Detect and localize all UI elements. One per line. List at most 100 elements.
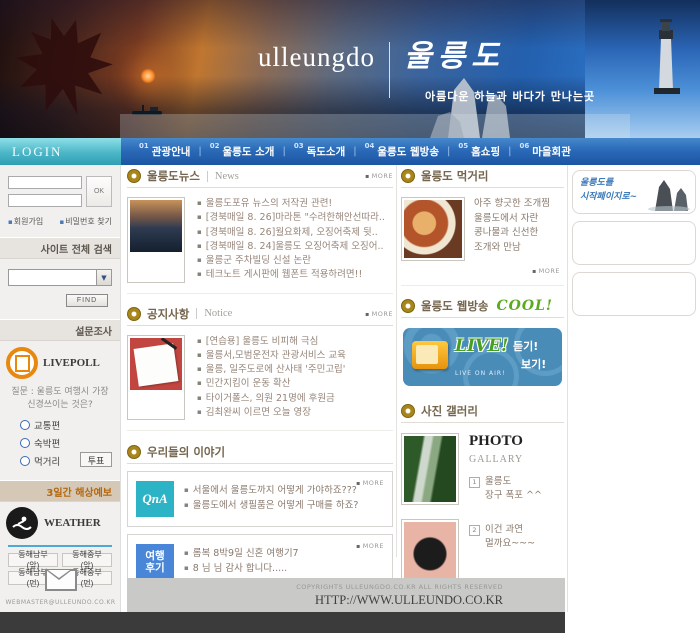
bullet-icon: ▪: [184, 486, 189, 494]
poll-option-lodging[interactable]: 숙박편: [20, 436, 114, 450]
review-badge[interactable]: 여행후기: [136, 544, 174, 580]
nav-item-shopping[interactable]: 05홈쇼핑: [450, 144, 508, 159]
notice-item[interactable]: ▪김최완씨 이르면 오늘 영장: [197, 406, 346, 420]
poll-body: LIVEPOLL 질문 : 울릉도 여행시 가장 신경쓰이는 것은? 교통편 숙…: [0, 341, 120, 480]
webcast-cool-label: COOL!: [496, 298, 553, 314]
search-category-select[interactable]: ▼: [8, 269, 112, 286]
find-password-link[interactable]: ▪비밀번호 찾기: [60, 216, 112, 227]
news-item[interactable]: ▪울릉도포유 뉴스의 저작권 관련!: [197, 197, 385, 211]
vote-button[interactable]: 투표: [80, 452, 112, 467]
gallery-photo-mystery[interactable]: [401, 519, 459, 583]
rocks-icon: [647, 177, 691, 211]
login-ok-button[interactable]: OK: [86, 176, 112, 207]
qna-more-link[interactable]: ▪MORE: [356, 479, 384, 487]
webcast-title: 울릉도 웹방송: [421, 298, 488, 314]
footer-url[interactable]: HTTP://WWW.ULLEUNDO.CO.KR: [315, 593, 503, 608]
gallery-caption[interactable]: 2 이건 과연멀까요~~~: [469, 523, 535, 552]
bullet-icon: ▪: [197, 365, 202, 373]
notice-item[interactable]: ▪민간지킴이 운동 확산: [197, 377, 346, 391]
nav-num: 03: [294, 142, 304, 150]
banner-placeholder[interactable]: [572, 221, 696, 265]
sunset-sun: [140, 68, 156, 84]
login-tab[interactable]: LOGIN: [0, 138, 121, 165]
nav-label: 울릉도 소개: [223, 144, 275, 159]
bullet-icon: ▪: [197, 394, 202, 402]
nav-item-tour[interactable]: 01관광안내: [131, 144, 198, 159]
login-password-input[interactable]: [8, 194, 82, 207]
poll-option-label: 먹거리: [34, 454, 60, 468]
main-column: 울릉도뉴스 News ▪MORE ▪울릉도포유 뉴스의 저작권 관련! ▪[경북…: [127, 165, 393, 633]
login-id-input[interactable]: [8, 176, 82, 189]
page: ulleungdo 울릉도 아름다운 하늘과 바다가 만나는곳 LOGIN 01…: [0, 0, 700, 633]
notice-title: 공지사항: [147, 306, 189, 322]
notice-item[interactable]: ▪울릉서,모범운전자 관광서비스 교육: [197, 349, 346, 363]
webcast-header: 울릉도 웹방송 COOL!: [401, 295, 564, 318]
photo-number-icon: 2: [469, 525, 480, 536]
notice-more-link[interactable]: ▪MORE: [365, 310, 393, 318]
radio-icon[interactable]: [20, 420, 30, 430]
news-item[interactable]: ▪테크노트 게시판에 웹폰트 적용하려면!!: [197, 268, 385, 282]
weather-region-button[interactable]: 동해남부(앞): [8, 553, 58, 567]
right-column: 울릉도 먹거리 아주 향긋한 조개찜 울릉도에서 자란 콩나물과 신선한 조개와…: [401, 165, 564, 587]
nav-label: 홈쇼핑: [471, 144, 500, 159]
news-body: ▪울릉도포유 뉴스의 저작권 관련! ▪[경북매일 8. 26]마라톤 "수려한…: [127, 188, 393, 294]
notice-item[interactable]: ▪울릉, 일주도로에 산사태 '주민고립': [197, 363, 346, 377]
notice-item[interactable]: ▪타이거폴스, 의원 21명에 후원금: [197, 392, 346, 406]
footer-dark-bar: [0, 612, 565, 633]
gallery-photo-waterfall[interactable]: [401, 433, 459, 505]
news-item[interactable]: ▪울릉군 주차빌딩 신설 논란: [197, 254, 385, 268]
review-item[interactable]: ▪8 님 님 감사 합니다.....: [184, 561, 299, 576]
nav-item-intro[interactable]: 02울릉도 소개: [202, 144, 283, 159]
signup-label: 회원가입: [14, 217, 43, 226]
nav-item-dokdo[interactable]: 03독도소개: [286, 144, 353, 159]
nav-item-webcast[interactable]: 04울릉도 웹방송: [357, 144, 447, 159]
poll-option-transport[interactable]: 교통편: [20, 418, 114, 432]
food-body: 아주 향긋한 조개찜 울릉도에서 자란 콩나물과 신선한 조개와 만남: [401, 188, 564, 263]
bullet-icon: ▪: [184, 564, 189, 572]
qna-item[interactable]: ▪서울에서 울릉도까지 어떻게 가야하죠???: [184, 483, 358, 498]
mail-icon[interactable]: [45, 569, 77, 591]
right-panel: 울릉도를시작페이지로~: [572, 170, 696, 323]
gallery-row: PHOTO GALLARY 1 울릉도장구 폭포 ^^: [401, 423, 564, 509]
qna-badge[interactable]: QnA: [136, 481, 174, 517]
radio-icon[interactable]: [20, 438, 30, 448]
news-more-link[interactable]: ▪MORE: [365, 172, 393, 180]
news-title: 울릉도뉴스: [147, 168, 200, 184]
bullet-icon: ▪: [197, 408, 202, 416]
news-item[interactable]: ▪[경북매일 8. 24]울릉도 오징어축제 오징어..: [197, 240, 385, 254]
banner-placeholder[interactable]: [572, 272, 696, 316]
news-title-en: News: [207, 171, 239, 182]
notice-thumbnail[interactable]: [127, 335, 185, 421]
chevron-down-icon: ▼: [96, 270, 111, 285]
review-more-link[interactable]: ▪MORE: [356, 542, 384, 550]
signup-link[interactable]: ▪회원가입: [8, 216, 43, 227]
radio-icon[interactable]: [20, 456, 30, 466]
news-item[interactable]: ▪[경북매일 8. 26]월요화제, 오징어축제 뒷..: [197, 226, 385, 240]
nav-num: 02: [210, 142, 220, 150]
news-thumbnail[interactable]: [127, 197, 185, 283]
nav-item-townhall[interactable]: 06마을회관: [511, 144, 578, 159]
food-more-row: ▪MORE: [401, 263, 564, 286]
gallery-caption[interactable]: 1 울릉도장구 폭포 ^^: [469, 475, 564, 504]
search-find-button[interactable]: FIND: [66, 294, 108, 307]
review-item[interactable]: ▪롬복 8박9일 신혼 여행기7: [184, 546, 299, 561]
login-form: OK: [0, 165, 120, 207]
coin-icon: [127, 445, 141, 459]
start-page-banner[interactable]: 울릉도를시작페이지로~: [572, 170, 696, 214]
qna-item[interactable]: ▪울릉도에서 생필품은 어떻게 구매를 하죠?: [184, 498, 358, 513]
webmaster-email[interactable]: WEBMASTER@ULLEUNDO.CO.KR: [0, 599, 121, 606]
live-webcast-banner[interactable]: LIVE! 듣기! 보기! LIVE ON AIR!: [403, 328, 562, 386]
coin-icon: [127, 307, 141, 321]
footer: COPYRIGHTS ULLEUNGDO.CO.KR ALL RIGHTS RE…: [127, 578, 565, 612]
weather-region-button[interactable]: 동해중부(앞): [62, 553, 112, 567]
coin-icon: [401, 404, 415, 418]
site-title-en: ulleungdo: [258, 42, 375, 73]
column-divider: [567, 165, 568, 612]
live-label: LIVE!: [455, 336, 509, 356]
bullet-icon: ▪: [532, 268, 537, 275]
livepoll-icon: [6, 347, 38, 379]
food-thumbnail[interactable]: [401, 197, 465, 261]
food-more-link[interactable]: ▪MORE: [532, 267, 560, 275]
notice-item[interactable]: ▪[연습용] 울릉도 비피해 극심: [197, 335, 346, 349]
news-item[interactable]: ▪[경북매일 8. 26]마라톤 "수려한해안선따라..: [197, 211, 385, 225]
